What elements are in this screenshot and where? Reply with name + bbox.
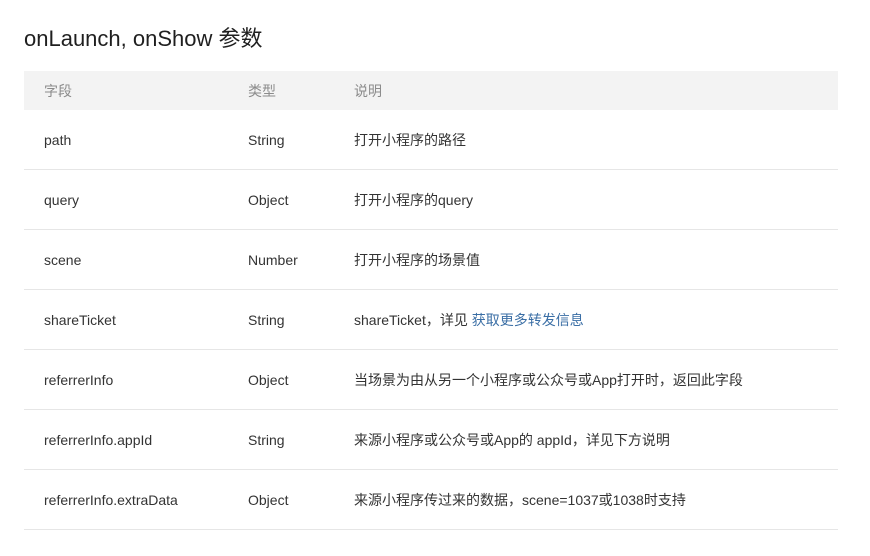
cell-field: query [24, 169, 228, 230]
table-row: referrerInfo.extraData Object 来源小程序传过来的数… [24, 469, 838, 530]
table-body: path String 打开小程序的路径 query Object 打开小程序的… [24, 110, 838, 530]
share-info-link[interactable]: 获取更多转发信息 [472, 312, 584, 328]
cell-type: String [228, 110, 334, 170]
table-header: 字段 类型 说明 [24, 71, 838, 110]
cell-desc: 来源小程序传过来的数据，scene=1037或1038时支持 [334, 469, 838, 530]
cell-type: String [228, 409, 334, 470]
cell-field: path [24, 110, 228, 170]
cell-type: Object [228, 169, 334, 230]
header-type: 类型 [228, 71, 334, 110]
params-table: 字段 类型 说明 path String 打开小程序的路径 query Obje… [24, 71, 838, 530]
table-row: path String 打开小程序的路径 [24, 110, 838, 170]
table-row: shareTicket String shareTicket，详见 获取更多转发… [24, 289, 838, 350]
cell-type: Number [228, 229, 334, 290]
table-row: scene Number 打开小程序的场景值 [24, 229, 838, 290]
header-field: 字段 [24, 71, 228, 110]
cell-desc: 当场景为由从另一个小程序或公众号或App打开时，返回此字段 [334, 349, 838, 410]
table-row: referrerInfo.appId String 来源小程序或公众号或App的… [24, 409, 838, 470]
cell-desc: 打开小程序的query [334, 169, 838, 230]
page-title: onLaunch, onShow 参数 [24, 26, 263, 51]
cell-desc: 来源小程序或公众号或App的 appId，详见下方说明 [334, 409, 838, 470]
cell-field: referrerInfo [24, 349, 228, 410]
cell-type: Object [228, 349, 334, 410]
table-row: referrerInfo Object 当场景为由从另一个小程序或公众号或App… [24, 349, 838, 410]
desc-text: shareTicket，详见 [354, 311, 472, 328]
cell-field: shareTicket [24, 289, 228, 350]
table-row: query Object 打开小程序的query [24, 169, 838, 230]
cell-desc: 打开小程序的场景值 [334, 229, 838, 290]
cell-desc: shareTicket，详见 获取更多转发信息 [334, 289, 838, 350]
cell-type: Object [228, 469, 334, 530]
cell-field: referrerInfo.appId [24, 409, 228, 470]
cell-field: scene [24, 229, 228, 290]
cell-field: referrerInfo.extraData [24, 469, 228, 530]
table-header-row: 字段 类型 说明 [24, 71, 838, 110]
cell-type: String [228, 289, 334, 350]
header-desc: 说明 [334, 71, 838, 110]
cell-desc: 打开小程序的路径 [334, 110, 838, 170]
